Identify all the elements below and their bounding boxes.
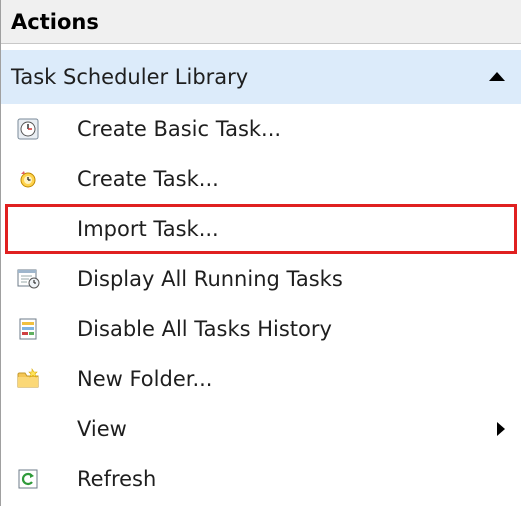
action-label: View bbox=[77, 417, 127, 441]
action-label: Display All Running Tasks bbox=[77, 267, 343, 291]
refresh-icon bbox=[1, 454, 77, 504]
actions-pane: Actions Task Scheduler Library Create Ba… bbox=[0, 0, 521, 506]
action-label: Import Task... bbox=[77, 217, 219, 241]
running-tasks-icon bbox=[1, 254, 77, 304]
collapse-arrow-icon[interactable] bbox=[489, 72, 505, 81]
action-refresh[interactable]: Refresh bbox=[1, 454, 521, 504]
task-clock-icon bbox=[1, 154, 77, 204]
action-create-basic-task[interactable]: Create Basic Task... bbox=[1, 104, 521, 154]
empty-icon-slot bbox=[1, 404, 77, 454]
folder-icon bbox=[1, 354, 77, 404]
submenu-arrow-icon bbox=[497, 422, 505, 436]
clock-wizard-icon bbox=[1, 104, 77, 154]
action-disable-tasks-history[interactable]: Disable All Tasks History bbox=[1, 304, 521, 354]
section-task-scheduler-library[interactable]: Task Scheduler Library bbox=[1, 50, 521, 104]
history-icon bbox=[1, 304, 77, 354]
action-label: Disable All Tasks History bbox=[77, 317, 332, 341]
actions-title: Actions bbox=[11, 9, 99, 34]
action-new-folder[interactable]: New Folder... bbox=[1, 354, 521, 404]
actions-header: Actions bbox=[1, 0, 521, 44]
action-view[interactable]: View bbox=[1, 404, 521, 454]
empty-icon-slot bbox=[5, 204, 77, 254]
action-import-task[interactable]: Import Task... bbox=[5, 204, 517, 254]
action-label: Create Basic Task... bbox=[77, 117, 282, 141]
action-label: Refresh bbox=[77, 467, 157, 491]
action-display-running-tasks[interactable]: Display All Running Tasks bbox=[1, 254, 521, 304]
action-label: Create Task... bbox=[77, 167, 219, 191]
actions-menu: Create Basic Task... Create Task... Impo… bbox=[1, 104, 521, 504]
action-create-task[interactable]: Create Task... bbox=[1, 154, 521, 204]
action-label: New Folder... bbox=[77, 367, 213, 391]
section-title: Task Scheduler Library bbox=[11, 65, 249, 89]
